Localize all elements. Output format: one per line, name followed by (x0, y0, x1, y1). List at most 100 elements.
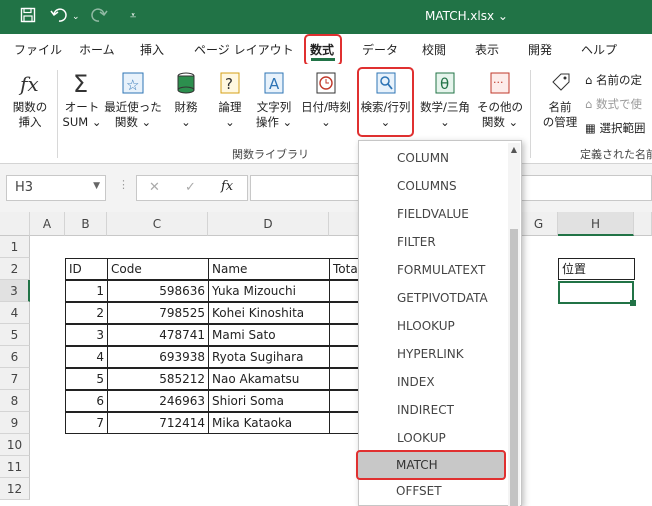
cancel-icon[interactable]: ✕ (149, 180, 160, 195)
table-cell-name[interactable]: Yuka Mizouchi (208, 280, 330, 302)
row-header-9[interactable]: 9 (0, 412, 30, 434)
menu-item-hlookup[interactable]: HLOOKUP (397, 319, 455, 333)
undo-dropdown-icon[interactable]: ⌄ (72, 12, 80, 22)
table-cell-name[interactable]: Shiori Soma (208, 390, 330, 412)
enter-icon[interactable]: ✓ (185, 180, 196, 195)
table-header-id[interactable]: ID (65, 258, 108, 280)
table-cell-code[interactable]: 246963 (107, 390, 209, 412)
row-header-8[interactable]: 8 (0, 390, 30, 412)
fill-handle[interactable] (630, 300, 636, 306)
undo-icon[interactable] (50, 7, 68, 27)
table-cell-id[interactable]: 2 (65, 302, 108, 324)
select-all-corner[interactable] (0, 212, 30, 236)
menu-item-index[interactable]: INDEX (397, 375, 435, 389)
menu-item-getpivotdata[interactable]: GETPIVOTDATA (397, 291, 488, 305)
col-header-d[interactable]: D (208, 212, 329, 236)
row-header-7[interactable]: 7 (0, 368, 30, 390)
menu-item-column[interactable]: COLUMN (397, 151, 449, 165)
menu-item-hyperlink[interactable]: HYPERLINK (397, 347, 464, 361)
row-header-6[interactable]: 6 (0, 346, 30, 368)
table-cell-id[interactable]: 4 (65, 346, 108, 368)
tab-developer[interactable]: 開発 (528, 41, 552, 58)
row-header-5[interactable]: 5 (0, 324, 30, 346)
math-trig-button[interactable]: θ 数学/三角 ⌄ (416, 68, 474, 130)
row-header-3[interactable]: 3 (0, 280, 30, 302)
tab-page-layout[interactable]: ページ レイアウト (194, 41, 294, 58)
menu-item-columns[interactable]: COLUMNS (397, 179, 457, 193)
tab-view[interactable]: 表示 (475, 41, 499, 58)
title-bar: ⌄ ⩡ MATCH.xlsx ⌄ (0, 0, 652, 34)
selected-cell-h3[interactable] (558, 281, 634, 304)
table-cell-code[interactable]: 693938 (107, 346, 209, 368)
menu-item-filter[interactable]: FILTER (397, 235, 436, 249)
save-icon[interactable] (20, 7, 36, 27)
row-header-1[interactable]: 1 (0, 236, 30, 258)
menu-item-formulatext[interactable]: FORMULATEXT (397, 263, 485, 277)
menu-item-match[interactable]: MATCH (396, 458, 438, 472)
define-name-item[interactable]: ⌂ 名前の定 (585, 72, 642, 88)
autosum-button[interactable]: Σ オート SUM ⌄ (60, 68, 104, 130)
row-header-12[interactable]: 12 (0, 478, 30, 500)
col-header-a[interactable]: A (30, 212, 65, 236)
drag-handle-icon[interactable]: ⋮ (118, 178, 129, 191)
redo-icon[interactable] (90, 7, 108, 27)
col-header-b[interactable]: B (65, 212, 107, 236)
insert-function-icon[interactable]: fx (221, 179, 233, 194)
tab-review[interactable]: 校閲 (422, 41, 446, 58)
menu-item-offset[interactable]: OFFSET (396, 484, 442, 498)
table-cell-id[interactable]: 1 (65, 280, 108, 302)
table-cell-code[interactable]: 798525 (107, 302, 209, 324)
table-cell-code[interactable]: 585212 (107, 368, 209, 390)
table-cell-code[interactable]: 598636 (107, 280, 209, 302)
dropdown-scrollbar[interactable]: ▲ (508, 143, 520, 506)
cell-h2[interactable]: 位置 (558, 258, 635, 280)
row-header-2[interactable]: 2 (0, 258, 30, 280)
row-header-10[interactable]: 10 (0, 434, 30, 456)
name-box-dropdown-icon[interactable]: ▼ (93, 181, 100, 191)
menu-item-match-highlight[interactable]: MATCH (356, 450, 506, 480)
col-header-next[interactable] (634, 212, 652, 236)
table-cell-name[interactable]: Mika Kataoka (208, 412, 330, 434)
text-button[interactable]: A 文字列 操作 ⌄ (251, 68, 297, 130)
scroll-thumb[interactable] (510, 229, 518, 506)
name-manager-button[interactable]: 名前 の管理 (538, 68, 582, 130)
date-time-button[interactable]: 日付/時刻 ⌄ (297, 68, 355, 130)
tab-home[interactable]: ホーム (79, 41, 115, 58)
table-cell-name[interactable]: Mami Sato (208, 324, 330, 346)
use-in-formula-item[interactable]: ⌂ 数式で使 (585, 96, 642, 112)
date-time-label1: 日付/時刻 (301, 100, 351, 114)
col-header-g[interactable]: G (520, 212, 558, 236)
col-header-c[interactable]: C (107, 212, 208, 236)
table-cell-name[interactable]: Nao Akamatsu (208, 368, 330, 390)
col-header-h[interactable]: H (558, 212, 634, 236)
table-header-name[interactable]: Name (208, 258, 330, 280)
table-cell-id[interactable]: 7 (65, 412, 108, 434)
financial-button[interactable]: 財務 ⌄ (166, 68, 206, 130)
menu-item-lookup[interactable]: LOOKUP (397, 431, 446, 445)
tab-insert[interactable]: 挿入 (140, 41, 164, 58)
grid-small-icon: ▦ (585, 121, 596, 135)
table-cell-id[interactable]: 3 (65, 324, 108, 346)
customize-icon[interactable]: ⩡ (130, 9, 136, 23)
table-cell-id[interactable]: 6 (65, 390, 108, 412)
name-box[interactable]: H3 ▼ (6, 175, 106, 201)
table-cell-code[interactable]: 712414 (107, 412, 209, 434)
insert-function-button[interactable]: fx 関数の 挿入 (8, 68, 52, 130)
tab-data[interactable]: データ (362, 41, 398, 58)
more-functions-button[interactable]: ··· その他の 関数 ⌄ (476, 68, 524, 130)
tab-file[interactable]: ファイル (14, 41, 62, 58)
table-cell-name[interactable]: Kohei Kinoshita (208, 302, 330, 324)
tab-help[interactable]: ヘルプ (581, 41, 617, 58)
menu-item-indirect[interactable]: INDIRECT (397, 403, 454, 417)
logical-button[interactable]: ? 論理 ⌄ (210, 68, 250, 130)
menu-item-fieldvalue[interactable]: FIELDVALUE (397, 207, 469, 221)
recently-used-button[interactable]: ☆ 最近使った 関数 ⌄ (104, 68, 162, 130)
create-from-selection-item[interactable]: ▦ 選択範囲 (585, 120, 646, 136)
row-header-4[interactable]: 4 (0, 302, 30, 324)
table-cell-code[interactable]: 478741 (107, 324, 209, 346)
scroll-up-icon[interactable]: ▲ (508, 143, 520, 157)
table-cell-id[interactable]: 5 (65, 368, 108, 390)
table-header-code[interactable]: Code (107, 258, 209, 280)
row-header-11[interactable]: 11 (0, 456, 30, 478)
table-cell-name[interactable]: Ryota Sugihara (208, 346, 330, 368)
